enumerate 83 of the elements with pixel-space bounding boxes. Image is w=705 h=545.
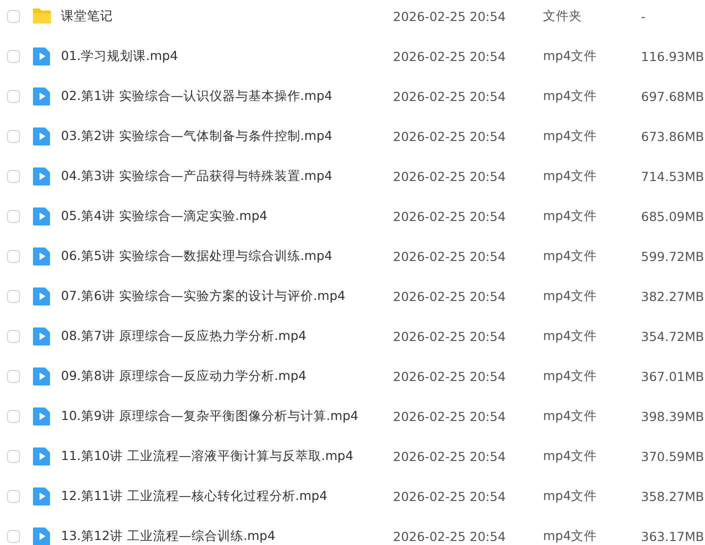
modified-time: 2026-02-25 20:54 — [393, 408, 507, 424]
modified-time: 2026-02-25 20:54 — [393, 8, 507, 24]
file-type: mp4文件 — [543, 528, 598, 544]
file-name[interactable]: 07.第6讲 实验综合—实验方案的设计与评价.mp4 — [61, 288, 393, 304]
file-name[interactable]: 05.第4讲 实验综合—滴定实验.mp4 — [61, 208, 393, 224]
checkbox[interactable] — [7, 530, 20, 542]
checkbox[interactable] — [7, 170, 20, 182]
modified-time: 2026-02-25 20:54 — [393, 128, 507, 144]
file-type: mp4文件 — [543, 168, 598, 184]
file-name[interactable]: 10.第9讲 原理综合—复杂平衡图像分析与计算.mp4 — [61, 408, 393, 424]
modified-time: 2026-02-25 20:54 — [393, 288, 507, 304]
file-size: 354.72MB — [641, 328, 704, 344]
checkbox[interactable] — [7, 450, 20, 462]
file-type: mp4文件 — [543, 328, 598, 344]
video-file-icon — [32, 126, 52, 146]
video-file-icon — [32, 406, 52, 426]
video-file-icon — [32, 486, 52, 506]
file-name[interactable]: 13.第12讲 工业流程—综合训练.mp4 — [61, 528, 393, 544]
checkbox[interactable] — [7, 50, 20, 62]
file-name[interactable]: 06.第5讲 实验综合—数据处理与综合训练.mp4 — [61, 248, 393, 264]
file-size: 599.72MB — [641, 248, 704, 264]
video-file-icon — [32, 246, 52, 266]
file-size: 370.59MB — [641, 448, 704, 464]
modified-time: 2026-02-25 20:54 — [393, 48, 507, 64]
file-size: 116.93MB — [641, 48, 704, 64]
file-type: mp4文件 — [543, 128, 598, 144]
file-type: mp4文件 — [543, 448, 598, 464]
file-name[interactable]: 04.第3讲 实验综合—产品获得与特殊装置.mp4 — [61, 168, 393, 184]
video-file-icon — [32, 46, 52, 66]
checkbox[interactable] — [7, 90, 20, 102]
file-size: 697.68MB — [641, 88, 704, 104]
video-file-icon — [32, 206, 52, 226]
video-file-icon — [32, 286, 52, 306]
video-file-icon — [32, 366, 52, 386]
file-size: 382.27MB — [641, 288, 704, 304]
file-size: 363.17MB — [641, 528, 704, 544]
file-type: mp4文件 — [543, 88, 598, 104]
file-name[interactable]: 11.第10讲 工业流程—溶液平衡计算与反萃取.mp4 — [61, 448, 393, 464]
file-size: 714.53MB — [641, 168, 704, 184]
file-type: 文件夹 — [543, 8, 583, 24]
folder-icon — [32, 6, 52, 26]
file-size: 358.27MB — [641, 488, 704, 504]
file-size: 685.09MB — [641, 208, 704, 224]
modified-time: 2026-02-25 20:54 — [393, 528, 507, 544]
checkbox[interactable] — [7, 10, 20, 22]
modified-time: 2026-02-25 20:54 — [393, 248, 507, 264]
file-size: 398.39MB — [641, 408, 704, 424]
video-file-icon — [32, 446, 52, 466]
file-name[interactable]: 03.第2讲 实验综合—气体制备与条件控制.mp4 — [61, 128, 393, 144]
video-file-icon — [32, 86, 52, 106]
modified-time: 2026-02-25 20:54 — [393, 88, 507, 104]
checkbox[interactable] — [7, 130, 20, 142]
file-type: mp4文件 — [543, 48, 598, 64]
checkbox[interactable] — [7, 410, 20, 422]
file-type: mp4文件 — [543, 248, 598, 264]
file-type: mp4文件 — [543, 368, 598, 384]
checkbox[interactable] — [7, 370, 20, 382]
file-size: 673.86MB — [641, 128, 704, 144]
file-size: 367.01MB — [641, 368, 704, 384]
checkbox[interactable] — [7, 290, 20, 302]
checkbox[interactable] — [7, 490, 20, 502]
file-size: - — [641, 8, 646, 24]
video-file-icon — [32, 326, 52, 346]
modified-time: 2026-02-25 20:54 — [393, 368, 507, 384]
file-type: mp4文件 — [543, 208, 598, 224]
file-name[interactable]: 课堂笔记 — [61, 8, 393, 24]
file-name[interactable]: 08.第7讲 原理综合—反应热力学分析.mp4 — [61, 328, 393, 344]
file-name[interactable]: 01.学习规划课.mp4 — [61, 48, 393, 64]
modified-time: 2026-02-25 20:54 — [393, 488, 507, 504]
video-file-icon — [32, 166, 52, 186]
file-name[interactable]: 02.第1讲 实验综合—认识仪器与基本操作.mp4 — [61, 88, 393, 104]
file-type: mp4文件 — [543, 488, 598, 504]
checkbox[interactable] — [7, 330, 20, 342]
modified-time: 2026-02-25 20:54 — [393, 168, 507, 184]
checkbox[interactable] — [7, 210, 20, 222]
file-name[interactable]: 09.第8讲 原理综合—反应动力学分析.mp4 — [61, 368, 393, 384]
checkbox[interactable] — [7, 250, 20, 262]
file-name[interactable]: 12.第11讲 工业流程—核心转化过程分析.mp4 — [61, 488, 393, 504]
file-type: mp4文件 — [543, 288, 598, 304]
modified-time: 2026-02-25 20:54 — [393, 328, 507, 344]
modified-time: 2026-02-25 20:54 — [393, 208, 507, 224]
modified-time: 2026-02-25 20:54 — [393, 448, 507, 464]
file-type: mp4文件 — [543, 408, 598, 424]
